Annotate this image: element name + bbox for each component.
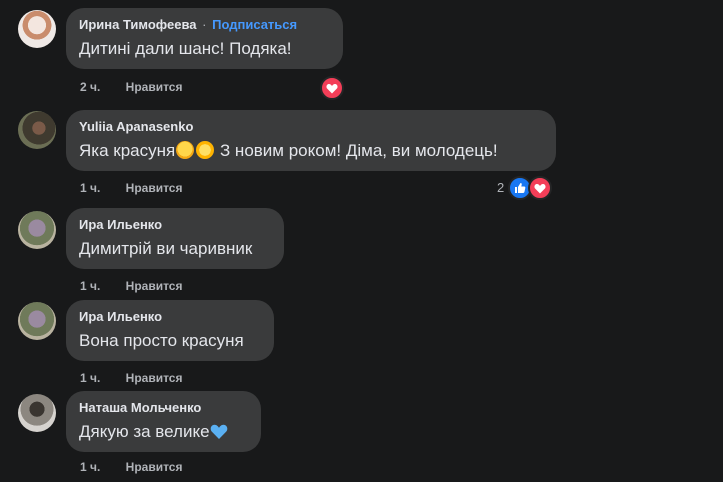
comment-bubble: Ира Ильенко Вона просто красуня [66,300,274,361]
author-line: Ира Ильенко [79,309,261,325]
separator: · [202,17,207,32]
avatar[interactable] [18,10,56,48]
comment-meta: 1 ч. Нравится [80,279,182,293]
comment-bubble: Yuliia Apanasenko Яка красуня З новим ро… [66,110,556,171]
comment-text-part: З новим роком! Діма, ви молодець! [215,141,498,160]
author-name[interactable]: Наташа Мольченко [79,400,201,415]
comment-time[interactable]: 1 ч. [80,181,100,195]
author-name[interactable]: Ира Ильенко [79,217,162,232]
like-button[interactable]: Нравится [126,371,183,385]
author-line: Наташа Мольченко [79,400,248,416]
sun-emoji [196,141,215,159]
author-name[interactable]: Yuliia Apanasenko [79,119,193,134]
comment-meta: 2 ч. Нравится [80,80,182,94]
comment-bubble: Наташа Мольченко Дякую за велике [66,391,261,452]
comment-time[interactable]: 1 ч. [80,460,100,474]
comment-bubble: Ира Ильенко Димитрій ви чаривник [66,208,284,269]
comment-meta: 1 ч. Нравится [80,460,182,474]
avatar[interactable] [18,111,56,149]
star-struck-emoji [176,141,195,159]
like-button[interactable]: Нравится [126,279,183,293]
comment-bubble: Ирина Тимофеева · Подписаться Дитині дал… [66,8,343,69]
comment-meta: 1 ч. Нравится [80,181,182,195]
comment-time[interactable]: 1 ч. [80,371,100,385]
comment-text: Яка красуня З новим роком! Діма, ви моло… [79,140,543,162]
comment-text-part: Яка красуня [79,141,176,160]
comment-time[interactable]: 2 ч. [80,80,100,94]
comment-text-part: Дякую за велике [79,422,210,441]
avatar[interactable] [18,211,56,249]
comment-text: Дякую за велике [79,421,248,443]
reaction-count[interactable]: 2 [497,180,504,195]
like-button[interactable]: Нравится [126,460,183,474]
comment-text: Дитині дали шанс! Подяка! [79,39,292,58]
heart-icon[interactable] [528,176,552,200]
comment-text: Димитрій ви чаривник [79,239,253,258]
follow-link[interactable]: Подписаться [212,17,297,32]
blue-heart-emoji [210,424,227,439]
author-name[interactable]: Ирина Тимофеева [79,17,197,32]
comment-time[interactable]: 1 ч. [80,279,100,293]
comment-meta: 1 ч. Нравится [80,371,182,385]
author-line: Ирина Тимофеева · Подписаться [79,17,330,33]
like-button[interactable]: Нравится [126,80,183,94]
comment-text: Вона просто красуня [79,331,244,350]
author-line: Yuliia Apanasenko [79,119,543,135]
author-name[interactable]: Ира Ильенко [79,309,162,324]
avatar[interactable] [18,302,56,340]
author-line: Ира Ильенко [79,217,271,233]
avatar[interactable] [18,394,56,432]
heart-icon[interactable] [320,76,344,100]
like-button[interactable]: Нравится [126,181,183,195]
